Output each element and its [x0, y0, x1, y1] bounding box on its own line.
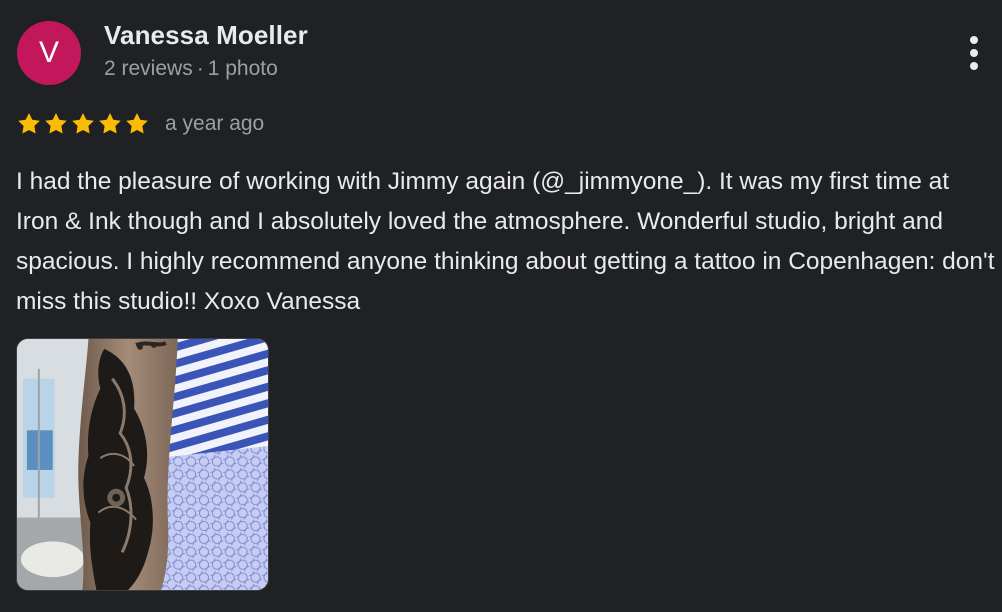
- star-rating: [16, 111, 150, 137]
- avatar[interactable]: V: [17, 21, 81, 85]
- tattoo-photo-icon: [17, 339, 268, 590]
- star-icon: [18, 112, 40, 134]
- review-photo[interactable]: [16, 338, 269, 591]
- more-vert-icon-dot-1: [970, 36, 978, 44]
- more-vert-icon-dot-2: [970, 49, 978, 57]
- star-icon: [72, 112, 94, 134]
- more-vert-icon-dot-3: [970, 62, 978, 70]
- avatar-initial: V: [38, 36, 59, 69]
- photos-count: 1 photo: [207, 57, 278, 80]
- star-icon: [99, 112, 121, 134]
- rating-row: a year ago: [16, 108, 264, 140]
- more-options-button[interactable]: [958, 32, 990, 74]
- review-date: a year ago: [165, 112, 265, 135]
- review-card: V Vanessa Moeller 2 reviews · 1 photo a ye…: [0, 0, 1002, 612]
- star-icon: [126, 112, 148, 134]
- meta-separator: ·: [196, 57, 204, 80]
- reviewer-name[interactable]: Vanessa Moeller: [104, 20, 308, 51]
- reviewer-meta: 2 reviews · 1 photo: [104, 57, 278, 81]
- reviews-count: 2 reviews: [104, 57, 193, 80]
- review-text: I had the pleasure of working with Jimmy…: [16, 168, 995, 315]
- star-icon: [45, 112, 67, 134]
